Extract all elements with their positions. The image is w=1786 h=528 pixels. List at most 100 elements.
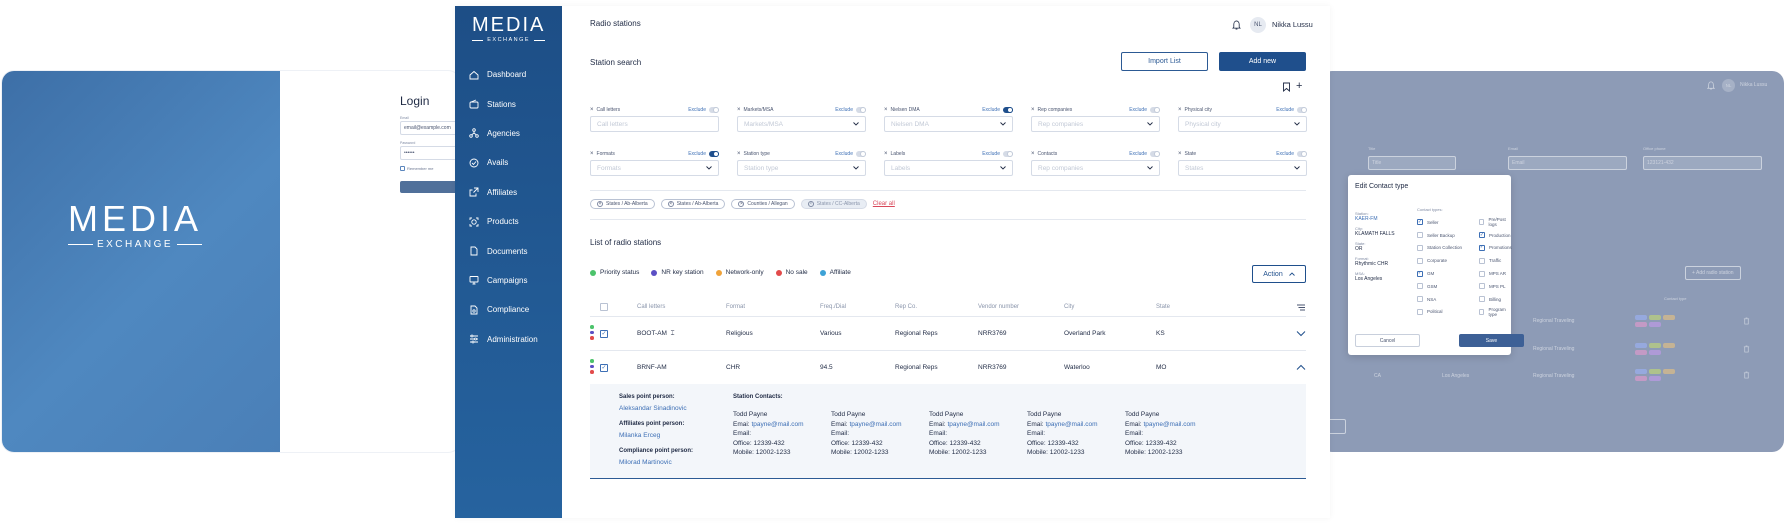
contact-type-option[interactable]: Seller Backup: [1417, 229, 1462, 242]
close-icon[interactable]: ×: [597, 201, 603, 207]
exclude-toggle[interactable]: Exclude: [982, 107, 1013, 113]
checkbox[interactable]: [1417, 296, 1423, 303]
sidebar-item-documents[interactable]: Documents: [455, 236, 562, 265]
contact-email-link[interactable]: tpayne@mail.com: [947, 421, 999, 428]
exclude-toggle[interactable]: Exclude: [982, 151, 1013, 157]
bell-icon[interactable]: [1707, 81, 1715, 90]
remove-filter-icon[interactable]: ×: [884, 107, 888, 113]
contact-type-option[interactable]: Pre/Post logs: [1479, 216, 1512, 229]
email-field-bg[interactable]: Email: [1508, 156, 1627, 170]
filter-input[interactable]: Station type: [737, 160, 866, 176]
bell-icon[interactable]: [1232, 20, 1241, 30]
toggle-switch[interactable]: [856, 151, 866, 157]
sidebar-item-affiliates[interactable]: Affiliates: [455, 178, 562, 207]
contact-type-option[interactable]: MPS PL: [1479, 280, 1512, 293]
chevron-up-icon[interactable]: [1296, 364, 1306, 371]
contact-type-option[interactable]: MPS AR: [1479, 267, 1512, 280]
filter-chip[interactable]: × Counties / Allegan: [731, 199, 795, 209]
exclude-toggle[interactable]: Exclude: [688, 151, 719, 157]
remove-filter-icon[interactable]: ×: [1178, 151, 1182, 157]
password-field[interactable]: ••••••: [400, 146, 460, 160]
sidebar-item-stations[interactable]: Stations: [455, 89, 562, 118]
clear-all-link[interactable]: Clear all: [873, 201, 895, 207]
checkbox[interactable]: [1479, 296, 1485, 303]
remove-filter-icon[interactable]: ×: [590, 107, 594, 113]
column-header[interactable]: Call letters: [637, 304, 665, 310]
checkbox[interactable]: [1417, 232, 1423, 239]
column-header[interactable]: Format: [726, 304, 745, 310]
sidebar-item-campaigns[interactable]: Campaigns: [455, 266, 562, 295]
select-all-checkbox[interactable]: [600, 303, 608, 311]
contact-type-option[interactable]: Corporate: [1417, 254, 1462, 267]
checkbox[interactable]: [1479, 257, 1485, 264]
checkbox[interactable]: [1417, 283, 1423, 290]
toggle-switch[interactable]: [1003, 107, 1013, 113]
avatar[interactable]: NL: [1250, 17, 1266, 33]
sidebar-item-avails[interactable]: Avails: [455, 148, 562, 177]
contact-type-option[interactable]: Station Collection: [1417, 242, 1462, 255]
close-icon[interactable]: ×: [738, 201, 745, 207]
toggle-switch[interactable]: [856, 107, 866, 113]
contact-type-option[interactable]: Traffic: [1479, 254, 1512, 267]
remove-filter-icon[interactable]: ×: [737, 107, 741, 113]
toggle-switch[interactable]: [1150, 151, 1160, 157]
checkbox[interactable]: ✓: [1417, 270, 1423, 277]
exclude-toggle[interactable]: Exclude: [1129, 107, 1160, 113]
sidebar-item-compliance[interactable]: Compliance: [455, 295, 562, 324]
toggle-switch[interactable]: [709, 151, 719, 157]
column-header[interactable]: Rep Co.: [895, 304, 917, 310]
checkbox[interactable]: [1479, 270, 1485, 277]
toggle-switch[interactable]: [1297, 107, 1307, 113]
trash-icon[interactable]: [1743, 317, 1750, 325]
contact-type-option[interactable]: ✓ Production: [1479, 229, 1512, 242]
sidebar-logo[interactable]: MEDIA EXCHANGE: [472, 15, 546, 43]
filter-input[interactable]: Formats: [590, 160, 719, 176]
filter-input[interactable]: Labels: [884, 160, 1013, 176]
remove-filter-icon[interactable]: ×: [737, 151, 741, 157]
contact-type-option[interactable]: Political: [1417, 306, 1462, 319]
remember-checkbox[interactable]: [400, 166, 405, 171]
remove-filter-icon[interactable]: ×: [1178, 107, 1182, 113]
column-header[interactable]: Freq./Dial: [820, 304, 846, 310]
toggle-switch[interactable]: [1150, 107, 1160, 113]
checkbox[interactable]: [1479, 219, 1485, 226]
column-header[interactable]: Vendor number: [978, 304, 1019, 310]
filter-chip[interactable]: × States / Ab-Alberta: [590, 199, 655, 209]
exclude-toggle[interactable]: Exclude: [835, 151, 866, 157]
table-row[interactable]: ✓ BRNF-AM CHR 94.5 Regional Reps NRR3769…: [590, 351, 1306, 385]
sidebar-item-products[interactable]: Products: [455, 207, 562, 236]
import-list-button[interactable]: Import List: [1121, 52, 1208, 71]
contact-email-link[interactable]: tpayne@mail.com: [849, 421, 901, 428]
chevron-down-icon[interactable]: [1296, 330, 1306, 337]
filter-input[interactable]: Physical city: [1178, 116, 1307, 132]
trash-icon[interactable]: [1743, 371, 1750, 379]
plus-icon[interactable]: +: [1296, 80, 1302, 92]
toggle-switch[interactable]: [1297, 151, 1307, 157]
trash-icon[interactable]: [1743, 345, 1750, 353]
toggle-switch[interactable]: [1003, 151, 1013, 157]
row-checkbox[interactable]: ✓: [600, 364, 608, 372]
contact-type-option[interactable]: Program type: [1479, 306, 1512, 319]
filter-input[interactable]: Rep companies: [1031, 160, 1160, 176]
remove-filter-icon[interactable]: ×: [590, 151, 594, 157]
checkbox[interactable]: [1417, 244, 1423, 251]
toggle-switch[interactable]: [709, 107, 719, 113]
sidebar-item-agencies[interactable]: Agencies: [455, 119, 562, 148]
checkbox[interactable]: [1479, 283, 1485, 290]
remove-filter-icon[interactable]: ×: [1031, 151, 1035, 157]
contact-type-option[interactable]: NSA: [1417, 293, 1462, 306]
sidebar-item-dashboard[interactable]: Dashboard: [455, 60, 562, 89]
filter-chip[interactable]: × States / CC-Alberta: [800, 199, 867, 209]
checkbox[interactable]: [1479, 308, 1485, 315]
filter-input[interactable]: Call letters: [590, 116, 719, 132]
sidebar-item-administration[interactable]: Administration: [455, 325, 562, 354]
remove-filter-icon[interactable]: ×: [1031, 107, 1035, 113]
filter-input[interactable]: Markets/MSA: [737, 116, 866, 132]
contact-type-option[interactable]: ✓ Seller: [1417, 216, 1462, 229]
column-header[interactable]: City: [1064, 304, 1074, 310]
close-icon[interactable]: ×: [667, 201, 674, 207]
filter-input[interactable]: States: [1178, 160, 1307, 176]
contact-type-option[interactable]: ✓ Promotions: [1479, 242, 1512, 255]
checkbox[interactable]: ✓: [1479, 232, 1485, 239]
table-row[interactable]: ✓ BOOT-AM ⌶ Religious Various Regional R…: [590, 317, 1306, 351]
